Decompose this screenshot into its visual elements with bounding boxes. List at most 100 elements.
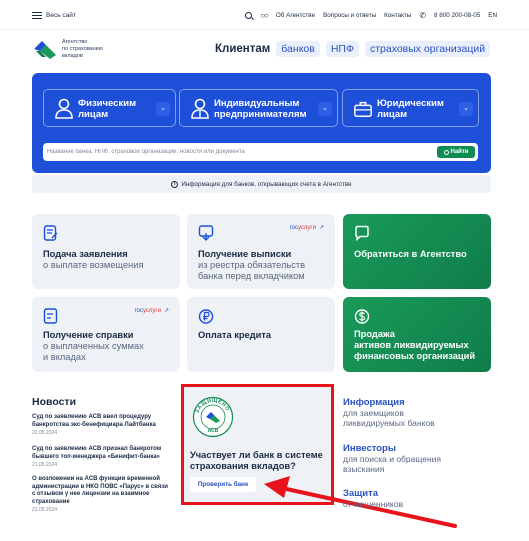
category-entrepreneurs-line1: Индивидуальным [214, 98, 300, 109]
nav-chip-banks[interactable]: банков [276, 41, 320, 57]
investors-sub2: взыскания [343, 464, 385, 474]
category-entrepreneurs[interactable]: Индивидуальным предпринимателям ⌄ [179, 89, 338, 127]
news-item[interactable]: Суд по заявлению АСВ признал банкротом б… [32, 446, 172, 468]
card-sale-title: Продажа [354, 329, 395, 339]
promo-title-line1: Участвует ли банк в системе [190, 450, 323, 460]
card-extract-sub1: из реестра обязательств [198, 260, 306, 270]
link-borrowers-info[interactable]: Информация для заемщиков ликвидируемых б… [343, 397, 435, 428]
card-contact-title: Обратиться в Агентство [354, 249, 467, 259]
document-edit-icon [43, 225, 58, 241]
card-sale-sub2: финансовых организаций [354, 351, 476, 361]
briefcase-icon [354, 101, 372, 117]
protected-stamp-icon: ЗАЩИЩЕНО АСВ [192, 396, 234, 438]
svg-text:АСВ: АСВ [208, 428, 219, 434]
news-item[interactable]: Суд по заявлению АСВ ввел процедуру банк… [32, 414, 172, 436]
phone-icon: ✆ [419, 11, 427, 20]
main-search-input[interactable] [47, 145, 427, 159]
link-about[interactable]: Об Агентстве [276, 12, 315, 19]
category-legal-line1: Юридическим [377, 98, 444, 109]
gosuslugi-badge: госуслуги ↗ [134, 308, 169, 314]
news-title: Суд по заявлению АСВ ввел процедуру банк… [32, 414, 156, 428]
check-bank-button[interactable]: Проверить банк [190, 477, 256, 492]
deposit-insurance-check-panel: ЗАЩИЩЕНО АСВ Участвует ли банк в системе… [181, 384, 334, 505]
category-individuals[interactable]: Физическим лицам ⌄ [43, 89, 176, 127]
news-item[interactable]: О возложении на АСВ функции временной ад… [32, 476, 172, 513]
category-individuals-line1: Физическим [78, 98, 137, 109]
arrow-up-right-icon: ↗ [318, 225, 324, 231]
nav-chip-npf[interactable]: НПФ [325, 41, 359, 57]
card-claim-sub: о выплате возмещения [43, 260, 144, 270]
document-download-icon [198, 225, 214, 241]
news-heading[interactable]: Новости [32, 396, 76, 408]
ruble-icon [198, 309, 214, 324]
chevron-down-icon[interactable]: ⌄ [318, 102, 332, 116]
gosuslugi-badge: госуслуги ↗ [289, 225, 324, 231]
search-icon [443, 149, 449, 155]
category-entrepreneurs-line2: предпринимателям [214, 109, 307, 120]
card-claim-title: Подача заявления [43, 249, 128, 259]
fraud-sub1: от мошенников [343, 499, 404, 509]
borrowers-info-sub1: для заемщиков [343, 408, 404, 418]
person-icon [55, 98, 73, 119]
link-faq[interactable]: Вопросы и ответы [323, 12, 376, 19]
category-legal-entities[interactable]: Юридическим лицам ⌄ [342, 89, 479, 127]
logo-line1: Агентство [62, 39, 88, 45]
accessibility-glasses-icon[interactable]: ○○ [260, 11, 269, 20]
top-links: ○○ Об Агентстве Вопросы и ответы Контакт… [245, 11, 497, 20]
card-sale-sub1: активов ликвидируемых [354, 340, 469, 350]
card-extract-title: Получение выписки [198, 249, 292, 259]
chevron-down-icon[interactable]: ⌄ [459, 102, 473, 116]
card-extract-sub2: банка перед вкладчиком [198, 271, 305, 281]
hero-panel: Физическим лицам ⌄ Индивидуальным предпр… [32, 73, 491, 173]
info-icon: i [171, 180, 179, 188]
card-certificate[interactable]: госуслуги ↗ Получение справки о выплаченн… [32, 297, 180, 372]
top-bar: Весь сайт ○○ Об Агентстве Вопросы и отве… [0, 0, 529, 30]
card-certificate-sub1: о выплаченных суммах [43, 341, 144, 351]
site-menu-button[interactable]: Весь сайт [32, 12, 76, 19]
hamburger-icon [32, 12, 42, 19]
main-search: Найти [43, 143, 478, 161]
link-investors[interactable]: Инвесторы для поиска и обращения взыскан… [343, 443, 441, 474]
card-registry-extract[interactable]: госуслуги ↗ Получение выписки из реестра … [187, 214, 335, 289]
nav-label: Клиентам [215, 43, 271, 55]
site-menu-label: Весь сайт [46, 12, 76, 19]
entrepreneur-icon [191, 98, 209, 119]
card-loan-payment[interactable]: Оплата кредита [187, 297, 335, 372]
promo-title-line2: страхования вкладов? [190, 461, 296, 471]
asv-logo-icon [34, 41, 56, 59]
news-date: 21.05.2024 [32, 462, 58, 468]
news-date: 21.05.2024 [32, 507, 58, 513]
logo-line2: по страхованию [62, 45, 103, 52]
card-certificate-title: Получение справки [43, 330, 134, 340]
category-individuals-line2: лицам [78, 109, 109, 120]
logo-line3: вкладов [62, 52, 83, 59]
borrowers-info-title: Информация [343, 397, 405, 408]
bank-info-bar[interactable]: i Информация для банков, открывающих сче… [32, 175, 491, 193]
search-button-label: Найти [450, 149, 469, 155]
language-switch[interactable]: EN [488, 12, 497, 19]
link-fraud-protection[interactable]: Защита от мошенников [343, 488, 403, 509]
fraud-title: Защита [343, 488, 379, 499]
audience-nav: Клиентам банков НПФ страховых организаци… [215, 41, 491, 57]
document-icon [43, 308, 58, 324]
search-icon[interactable] [245, 12, 253, 19]
card-contact-agency[interactable]: Обратиться в Агентство [343, 214, 491, 289]
logo[interactable]: Агентство по страхованию вкладов [32, 36, 162, 62]
nav-chip-insurers[interactable]: страховых организаций [364, 41, 491, 57]
arrow-up-right-icon: ↗ [163, 308, 169, 314]
chat-icon [355, 225, 369, 242]
news-date: 22.05.2024 [32, 430, 58, 436]
investors-title: Инвесторы [343, 443, 396, 454]
card-asset-sale[interactable]: Продажа активов ликвидируемых финансовых… [343, 297, 491, 372]
card-certificate-sub2: и вкладах [43, 352, 86, 362]
news-title: О возложении на АСВ функции временной ад… [32, 476, 168, 505]
investors-sub1: для поиска и обращения [343, 454, 442, 464]
link-contacts[interactable]: Контакты [384, 12, 411, 19]
card-loan-title: Оплата кредита [198, 330, 272, 340]
category-legal-line2: лицам [377, 109, 408, 120]
phone-number[interactable]: 8 800 200-08-05 [434, 12, 480, 19]
card-claim-application[interactable]: Подача заявления о выплате возмещения [32, 214, 180, 289]
news-title: Суд по заявлению АСВ признал банкротом б… [32, 446, 162, 460]
chevron-down-icon[interactable]: ⌄ [156, 102, 170, 116]
search-button[interactable]: Найти [437, 146, 475, 158]
